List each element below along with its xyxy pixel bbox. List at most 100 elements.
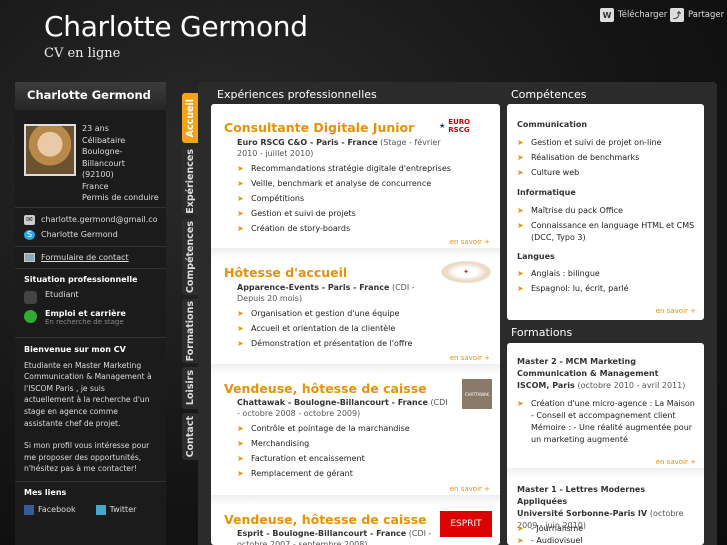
skype-icon: S: [24, 229, 35, 240]
job-title: Vendeuse, hôtesse de caisse: [224, 381, 427, 396]
euro-rscg-logo: ★ EURO RSCG: [439, 118, 491, 134]
facebook-label: Facebook: [38, 505, 76, 515]
formation-item: Master 2 - MCM Marketing Communication &…: [517, 356, 697, 392]
job-title: Vendeuse, hôtesse de caisse: [224, 512, 427, 527]
logo-text: CHATTAWAK: [464, 391, 490, 397]
more-link[interactable]: en savoir +: [450, 354, 490, 362]
skill-group-title: Langues: [517, 252, 555, 261]
share-label: Partager: [688, 10, 725, 20]
list-item: Contrôle et pointage de la marchandise: [237, 421, 410, 436]
profile-line: Boulogne-: [82, 147, 123, 156]
contact-form-link[interactable]: Formulaire de contact: [15, 247, 166, 269]
profile-line: Billancourt: [82, 158, 125, 168]
tab-contact[interactable]: Contact: [182, 413, 198, 460]
list-item: Anglais : bilingue: [517, 268, 697, 280]
links-title: Mes liens: [24, 487, 67, 497]
list-item: Culture web: [517, 167, 697, 179]
sidebar-name: Charlotte Germond: [15, 82, 166, 110]
formation-list: Création d'une micro-agence : La Maison …: [517, 398, 697, 449]
list-item: - Audiovisuel: [517, 535, 697, 545]
profile-line: (92100): [82, 170, 114, 179]
status-row: Etudiant: [24, 290, 157, 304]
email-link[interactable]: ✉ charlotte.germond@gmail.com...: [24, 212, 157, 227]
tab-label: Accueil: [184, 98, 196, 138]
skype-link[interactable]: S Charlotte Germond: [24, 227, 157, 242]
formation-list: - Journalisme - Audiovisuel: [517, 523, 697, 545]
email-text: charlotte.germond@gmail.com...: [41, 215, 157, 224]
more-link[interactable]: en savoir +: [450, 485, 490, 493]
status-text: Etudiant: [45, 290, 79, 299]
list-item: Démonstration et présentation de l'offre: [237, 336, 412, 351]
facebook-icon: [24, 504, 34, 515]
tab-formations[interactable]: Formations: [182, 299, 198, 363]
chattawak-logo: CHATTAWAK: [462, 379, 492, 409]
facebook-link[interactable]: Facebook: [24, 504, 76, 515]
tab-loisirs[interactable]: Loisirs: [182, 367, 198, 409]
tab-label: Loisirs: [184, 370, 196, 406]
list-item: Création de story-boards: [237, 221, 451, 236]
job-icon: [24, 310, 37, 323]
more-link[interactable]: en savoir +: [450, 238, 490, 246]
job-row: Emploi et carrière En recherche de stage: [24, 309, 157, 326]
twitter-link[interactable]: Twitter: [95, 504, 137, 515]
list-item: Espagnol: lu, écrit, parlé: [517, 283, 697, 295]
twitter-icon: [95, 504, 106, 515]
formation-school: ISCOM, Paris: [517, 381, 575, 390]
skill-list: Anglais : bilingue Espagnol: lu, écrit, …: [517, 268, 697, 298]
twitter-label: Twitter: [109, 505, 137, 515]
profile-line: Célibataire: [82, 135, 126, 145]
form-icon: [24, 253, 35, 262]
download-label: Télécharger: [618, 10, 668, 20]
site-title: Charlotte Germond: [44, 10, 308, 43]
more-link[interactable]: en savoir +: [656, 307, 696, 315]
experiences-card: Consultante Digitale Junior ★ EURO RSCG E…: [211, 104, 500, 545]
company-name: Esprit - Boulogne-Billancourt - France: [237, 529, 407, 538]
bio-section: Bienvenue sur mon CV Etudiante en Master…: [15, 338, 166, 482]
formation-date: (octobre 2010 - avril 2011): [577, 381, 686, 390]
bio-title: Bienvenue sur mon CV: [24, 345, 126, 354]
tab-label: Contact: [184, 415, 196, 458]
logo-text: ESPRIT: [450, 519, 482, 529]
bio-text-2: Si mon profil vous intéresse pour me pro…: [24, 441, 150, 474]
word-doc-icon: W: [600, 8, 614, 22]
list-item: Réalisation de benchmarks: [517, 152, 697, 164]
list-item: Compétitions: [237, 191, 451, 206]
list-item: Veille, benchmark et analyse de concurre…: [237, 176, 451, 191]
formation-title: Master 2 - MCM Marketing Communication &…: [517, 357, 659, 378]
job-title: Consultante Digitale Junior: [224, 120, 415, 135]
skype-text: Charlotte Germond: [41, 230, 118, 239]
job-company: Esprit - Boulogne-Billancourt - France (…: [237, 528, 442, 545]
job-company: Apparence-Events - Paris - France (CDI -…: [237, 282, 442, 304]
more-link[interactable]: en savoir +: [656, 458, 696, 466]
tab-experiences[interactable]: Expériences: [182, 147, 198, 215]
profile-line: France: [82, 181, 109, 191]
skill-list: Maîtrise du pack Office Connaissance en …: [517, 205, 697, 247]
avatar: [24, 124, 76, 176]
main-content: Expériences professionnelles Compétences…: [198, 82, 717, 545]
tab-accueil[interactable]: Accueil: [182, 93, 198, 143]
company-name: Chattawak - Boulogne-Billancourt - Franc…: [237, 398, 428, 407]
job-block: Emploi et carrière En recherche de stage: [45, 309, 126, 326]
list-item: - Journalisme: [517, 523, 697, 535]
esprit-logo: ESPRIT: [440, 511, 492, 537]
divider: [211, 495, 500, 505]
job-bullets: Contrôle et pointage de la marchandise M…: [237, 421, 410, 481]
list-item: Recommandations stratégie digitale d'ent…: [237, 161, 451, 176]
formations-heading: Formations: [511, 326, 573, 339]
job-title: Hôtesse d'accueil: [224, 265, 348, 280]
bio-text: Etudiante en Master Marketing Communicat…: [24, 360, 152, 428]
formation-title: Master 1 - Lettres Modernes Appliquées: [517, 485, 646, 506]
apparence-logo: ✦: [441, 261, 491, 283]
formations-card: Master 2 - MCM Marketing Communication &…: [507, 343, 704, 545]
download-button[interactable]: W Télécharger: [600, 8, 667, 22]
list-item: Organisation et gestion d'une équipe: [237, 306, 412, 321]
competences-heading: Compétences: [511, 88, 587, 101]
job-bullets: Organisation et gestion d'une équipe Acc…: [237, 306, 412, 351]
share-button[interactable]: ⤴ Partager: [670, 8, 724, 22]
divider: [211, 248, 500, 258]
job-company: Chattawak - Boulogne-Billancourt - Franc…: [237, 397, 452, 419]
contact-form-label: Formulaire de contact: [41, 253, 129, 262]
job-company: Euro RSCG C&O - Paris - France (Stage - …: [237, 137, 452, 159]
tab-competences[interactable]: Compétences: [182, 219, 198, 295]
situation-section: Situation professionnelle Etudiant Emplo…: [15, 269, 166, 338]
